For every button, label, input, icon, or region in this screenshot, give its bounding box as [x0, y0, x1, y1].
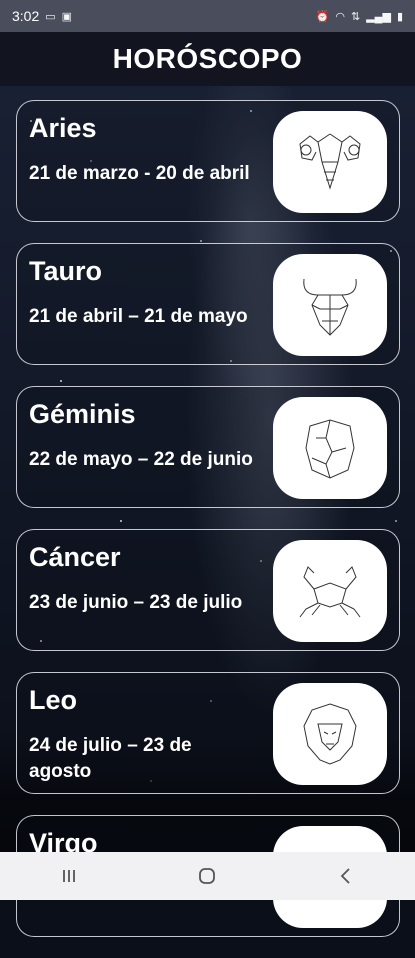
alarm-icon: ⏰	[315, 10, 330, 23]
sign-card-leo[interactable]: Leo 24 de julio – 23 de agosto	[16, 672, 400, 794]
recent-apps-button[interactable]	[49, 856, 89, 896]
zodiac-list: Aries 21 de marzo - 20 de abril Tauro 21…	[16, 100, 400, 958]
taurus-bull-icon	[273, 254, 387, 356]
home-button[interactable]	[187, 856, 227, 896]
recent-apps-icon	[63, 870, 76, 882]
battery-icon: ▮	[396, 10, 403, 23]
sign-dates: 22 de mayo – 22 de junio	[29, 449, 253, 470]
leo-lion-icon	[273, 683, 387, 785]
back-button[interactable]	[326, 856, 366, 896]
sign-card-cancer[interactable]: Cáncer 23 de junio – 23 de julio	[16, 529, 400, 651]
wifi-icon: ◠	[335, 10, 345, 23]
status-time: 3:02	[12, 8, 40, 24]
sign-dates: 23 de junio – 23 de julio	[29, 592, 243, 613]
sign-dates: 21 de marzo - 20 de abril	[29, 163, 250, 184]
cancer-crab-icon	[273, 540, 387, 642]
sign-card-aries[interactable]: Aries 21 de marzo - 20 de abril	[16, 100, 400, 222]
sign-dates: 24 de julio – 23 de agosto	[29, 735, 192, 782]
status-bar: 3:02 ▭ ▣ ⏰ ◠ ⇅ ▂▄▆ ▮	[0, 0, 415, 32]
photo-icon: ▣	[61, 10, 73, 23]
home-icon	[199, 868, 216, 884]
sign-card-geminis[interactable]: Géminis 22 de mayo – 22 de junio	[16, 386, 400, 508]
aries-ram-icon	[273, 111, 387, 213]
gemini-twins-icon	[273, 397, 387, 499]
signal-icon: ▂▄▆	[366, 10, 391, 23]
data-icon: ⇅	[351, 10, 361, 23]
laptop-icon: ▭	[45, 10, 56, 23]
sign-card-tauro[interactable]: Tauro 21 de abril – 21 de mayo	[16, 243, 400, 365]
app-header: HORÓSCOPO	[0, 32, 415, 86]
back-icon	[340, 868, 350, 884]
page-title: HORÓSCOPO	[112, 43, 303, 74]
system-nav-bar	[0, 852, 415, 900]
sign-dates: 21 de abril – 21 de mayo	[29, 306, 248, 327]
